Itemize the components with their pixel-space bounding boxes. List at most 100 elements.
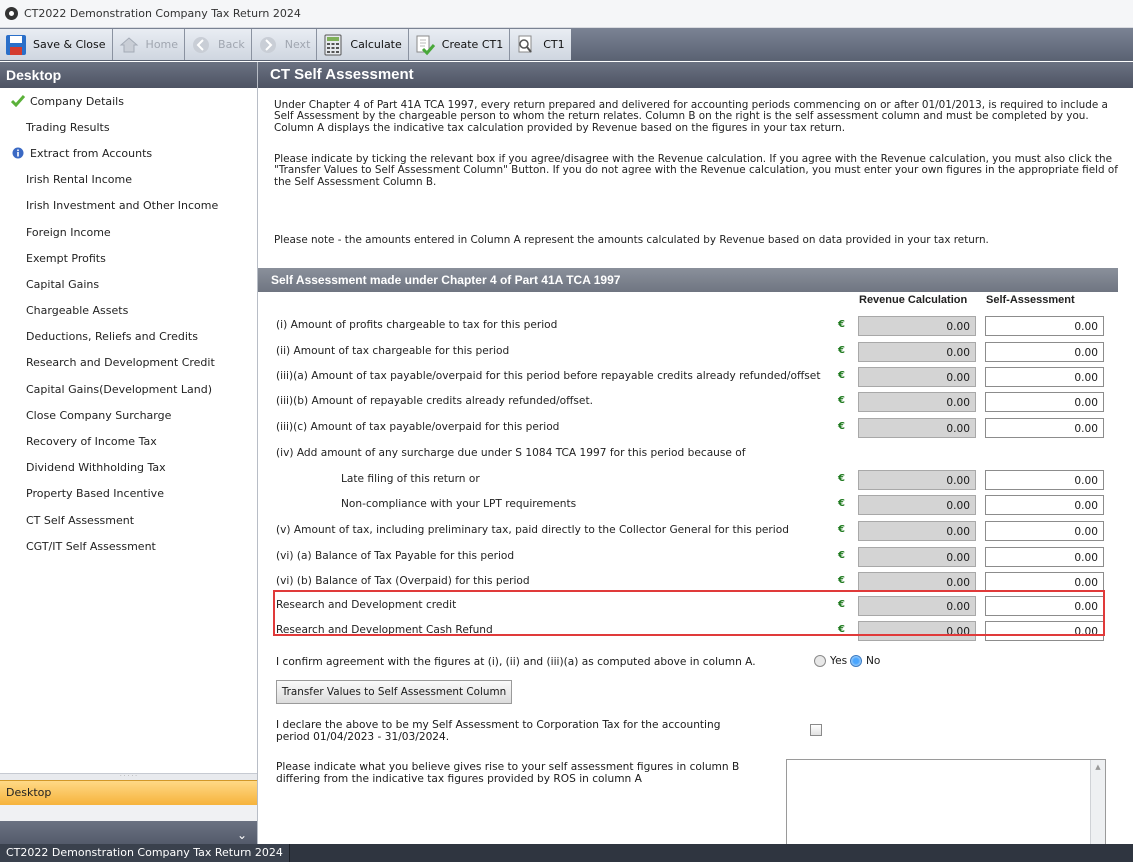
table-row: (v) Amount of tax, including preliminary… (258, 519, 1118, 543)
section-header: Self Assessment made under Chapter 4 of … (258, 268, 1118, 292)
declaration-checkbox[interactable] (810, 724, 822, 736)
self-assessment-input[interactable]: 0.00 (985, 547, 1104, 567)
back-label: Back (218, 38, 245, 51)
reason-textarea[interactable]: ▲ (786, 759, 1106, 851)
sidebar-item-dividend-withholding-tax[interactable]: Dividend Withholding Tax (0, 455, 257, 481)
self-assessment-input[interactable]: 0.00 (985, 572, 1104, 592)
table-row: (iii)(b) Amount of repayable credits alr… (258, 390, 1118, 414)
sidebar-footer: · · · · · Desktop ⌄ (0, 773, 257, 851)
highlight-box (273, 590, 1105, 636)
revenue-value-field: 0.00 (858, 316, 976, 336)
sidebar-item-extract-from-accounts[interactable]: Extract from Accounts (0, 140, 257, 166)
scroll-up-icon[interactable]: ▲ (1091, 760, 1105, 774)
save-icon (4, 33, 28, 57)
chevron-down-icon[interactable]: ⌄ (237, 828, 247, 842)
sidebar-item-capital-gains[interactable]: Capital Gains (0, 271, 257, 297)
home-button[interactable]: Home (112, 29, 186, 60)
sidebar-item-recovery-of-income-tax[interactable]: Recovery of Income Tax (0, 428, 257, 454)
self-assessment-input[interactable]: 0.00 (985, 418, 1104, 438)
euro-icon: € (838, 345, 845, 356)
row-label: (iii)(a) Amount of tax payable/overpaid … (276, 370, 821, 382)
sidebar-item-label: Dividend Withholding Tax (26, 461, 166, 475)
sidebar-item-cgt-it-self-assessment[interactable]: CGT/IT Self Assessment (0, 533, 257, 559)
euro-icon: € (838, 473, 845, 484)
sidebar-item-label: CT Self Assessment (26, 513, 135, 527)
self-assessment-input[interactable]: 0.00 (985, 316, 1104, 336)
sidebar-item-label: Close Company Surcharge (26, 408, 172, 422)
desktop-tab[interactable]: Desktop (0, 780, 257, 805)
confirm-text: I confirm agreement with the figures at … (276, 656, 756, 668)
next-arrow-icon (256, 33, 280, 57)
sidebar-item-label: Irish Rental Income (26, 173, 132, 187)
calculate-button[interactable]: Calculate (317, 29, 409, 60)
self-assessment-input[interactable]: 0.00 (985, 495, 1104, 515)
revenue-value-field: 0.00 (858, 495, 976, 515)
sidebar: Desktop Company Details Trading Results Ex… (0, 62, 258, 851)
surcharge-heading: (iv) Add amount of any surcharge due und… (276, 447, 746, 459)
intro-paragraph-2: Please indicate by ticking the relevant … (274, 153, 1118, 188)
revenue-value-field: 0.00 (858, 470, 976, 490)
radio-yes[interactable]: Yes (814, 655, 847, 667)
window-title-bar: CT2022 Demonstration Company Tax Return … (0, 0, 1133, 28)
sidebar-item-trading-results[interactable]: Trading Results (0, 114, 257, 140)
checkmark-icon (10, 94, 26, 108)
row-label: (iii)(b) Amount of repayable credits alr… (276, 395, 593, 407)
ct1-button[interactable]: CT1 (510, 29, 571, 60)
transfer-values-button[interactable]: Transfer Values to Self Assessment Colum… (276, 680, 512, 704)
sidebar-item-label: Capital Gains(Development Land) (26, 382, 213, 396)
euro-icon: € (838, 498, 845, 509)
sidebar-item-exempt-profits[interactable]: Exempt Profits (0, 245, 257, 271)
sidebar-header: Desktop (0, 62, 257, 88)
sidebar-item-label: Company Details (30, 94, 124, 108)
back-button[interactable]: Back (185, 29, 252, 60)
declaration-text: I declare the above to be my Self Assess… (276, 719, 721, 743)
next-label: Next (284, 38, 311, 51)
sidebar-item-company-details[interactable]: Company Details (0, 88, 257, 114)
self-assessment-input[interactable]: 0.00 (985, 392, 1104, 412)
page-title: CT Self Assessment (258, 62, 1133, 88)
sidebar-item-close-company-surcharge[interactable]: Close Company Surcharge (0, 402, 257, 428)
sidebar-item-deductions-reliefs-and-credits[interactable]: Deductions, Reliefs and Credits (0, 324, 257, 350)
next-button[interactable]: Next (251, 29, 318, 60)
table-row: Non-compliance with your LPT requirement… (258, 493, 1118, 517)
self-assessment-column-header: Self-Assessment (986, 294, 1075, 306)
revenue-column-header: Revenue Calculation (859, 294, 968, 306)
euro-icon: € (838, 524, 845, 535)
radio-no-label: No (866, 655, 881, 667)
textarea-scrollbar[interactable]: ▲ (1090, 760, 1105, 848)
sidebar-item-label: Property Based Incentive (26, 487, 164, 501)
table-row: (iii)(c) Amount of tax payable/overpaid … (258, 416, 1118, 440)
window-title: CT2022 Demonstration Company Tax Return … (24, 7, 301, 20)
info-icon (10, 146, 26, 160)
row-label: (vi) (b) Balance of Tax (Overpaid) for t… (276, 575, 530, 587)
radio-yes-label: Yes (830, 655, 848, 667)
self-assessment-input[interactable]: 0.00 (985, 342, 1104, 362)
self-assessment-input[interactable]: 0.00 (985, 367, 1104, 387)
revenue-value-field: 0.00 (858, 418, 976, 438)
sidebar-item-ct-self-assessment[interactable]: CT Self Assessment (0, 507, 257, 533)
splitter-grip[interactable]: · · · · · (0, 773, 257, 780)
toolbar: Save & Close Home Back Next Calculate Cr… (0, 28, 1133, 61)
radio-no[interactable]: No (850, 655, 880, 667)
sidebar-item-research-and-development-credit[interactable]: Research and Development Credit (0, 350, 257, 376)
sidebar-item-irish-investment-and-other-income[interactable]: Irish Investment and Other Income (0, 193, 257, 219)
sidebar-item-irish-rental-income[interactable]: Irish Rental Income (0, 167, 257, 193)
self-assessment-input[interactable]: 0.00 (985, 521, 1104, 541)
sidebar-item-label: Capital Gains (26, 277, 100, 291)
self-assessment-input[interactable]: 0.00 (985, 470, 1104, 490)
euro-icon: € (838, 370, 845, 381)
save-close-button[interactable]: Save & Close (0, 29, 113, 60)
table-row: (i) Amount of profits chargeable to tax … (258, 314, 1118, 338)
sidebar-item-chargeable-assets[interactable]: Chargeable Assets (0, 298, 257, 324)
euro-icon: € (838, 550, 845, 561)
sidebar-item-capital-gains-development-land[interactable]: Capital Gains(Development Land) (0, 376, 257, 402)
row-label: (iii)(c) Amount of tax payable/overpaid … (276, 421, 560, 433)
ct1-label: CT1 (543, 38, 565, 51)
row-label: (v) Amount of tax, including preliminary… (276, 524, 789, 536)
sidebar-item-foreign-income[interactable]: Foreign Income (0, 219, 257, 245)
row-label: Non-compliance with your LPT requirement… (341, 498, 577, 510)
create-ct1-button[interactable]: Create CT1 (408, 29, 511, 60)
row-label: (vi) (a) Balance of Tax Payable for this… (276, 550, 515, 562)
sidebar-item-property-based-incentive[interactable]: Property Based Incentive (0, 481, 257, 507)
indicate-text: Please indicate what you believe gives r… (276, 761, 740, 785)
